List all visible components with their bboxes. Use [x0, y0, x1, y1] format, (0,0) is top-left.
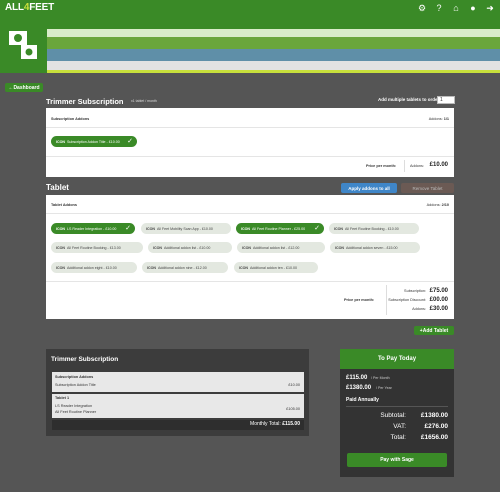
monthly-total-value: £115.00: [282, 421, 300, 427]
top-bar: ALL4FEET ⚙ ? ⌂ ● ➜: [0, 0, 500, 17]
tablet-title: Tablet: [46, 183, 69, 192]
summary-subscription-block: Subscription Addons Subscription Addon T…: [52, 372, 304, 392]
tablet-addon-toggle[interactable]: ICON All Feet Routine Booking - £13.00: [51, 242, 143, 253]
subtotal-label: Subtotal:: [380, 412, 406, 419]
page-banner: [0, 17, 500, 73]
pay-yearly-label: / Per Year: [376, 386, 392, 390]
total-label: Total:: [390, 434, 406, 441]
tablet-subscription-label: Subscription:: [404, 289, 426, 293]
check-icon: ✓: [314, 225, 320, 232]
order-summary: Trimmer Subscription Subscription Addons…: [46, 349, 309, 436]
tablet-addon-toggle[interactable]: ICON Additional addon eight - £10.00: [51, 262, 137, 273]
vat-value: £276.00: [424, 423, 449, 430]
total-value: £1656.00: [420, 434, 448, 441]
summary-sub-price: £10.00: [288, 383, 300, 387]
summary-tablet-header: Tablet 1: [55, 396, 70, 400]
tablet-addon-toggle[interactable]: ICON All Feet Routine Booking - £10.00: [329, 223, 419, 234]
logout-icon[interactable]: ➜: [484, 2, 496, 14]
tablet-addon-toggle[interactable]: ICON Additional addon nine - £12.00: [142, 262, 228, 273]
user-icon[interactable]: ●: [467, 2, 479, 14]
pay-with-sage-button[interactable]: Pay with Sage: [347, 453, 447, 467]
help-icon[interactable]: ?: [433, 2, 445, 14]
tablet-addon-toggle[interactable]: ICON All Feet Mobility Scan App - £10.00: [141, 223, 231, 234]
tools-icon: [0, 17, 47, 73]
pay-title: To Pay Today: [340, 349, 454, 369]
summary-tablet-item: All Feet Routine Planner: [55, 410, 97, 414]
summary-sub-header: Subscription Addons: [55, 375, 94, 379]
tablet-price-label: Price per month:: [344, 298, 375, 302]
pay-monthly-amount: £115.00: [346, 375, 368, 381]
subtotal-value: £1380.00: [420, 412, 448, 419]
summary-tablet-price: £105.00: [286, 407, 300, 411]
pay-period: Paid Annually: [346, 397, 379, 403]
summary-tablet-block: Tablet 1 LS Reader Integration All Feet …: [52, 394, 304, 418]
remove-tablet-button[interactable]: Remove Tablet: [401, 183, 454, 193]
tablet-addon-toggle[interactable]: ICON Additional addon ten - £10.00: [234, 262, 318, 273]
tablet-addons-header: Tablet Addons: [51, 203, 77, 207]
check-icon: ✓: [127, 138, 133, 145]
trimmer-addons-label: Addons:: [410, 164, 424, 168]
to-pay-panel: To Pay Today £115.00 / Per Month £1380.0…: [340, 349, 454, 477]
tablet-addons-total-label: Addons:: [412, 307, 426, 311]
tablet-discount-value: £00.00: [429, 297, 448, 303]
tablet-addon-toggle[interactable]: ICON Additional addon list - £12.00: [237, 242, 325, 253]
dashboard-button[interactable]: ← Dashboard: [5, 83, 43, 92]
pay-monthly-label: / Per Month: [371, 376, 390, 380]
summary-monthly-row: Monthly Total: £115.00: [52, 420, 304, 430]
apply-addons-all-button[interactable]: Apply addons to all: [341, 183, 397, 193]
tablet-addons-total-value: £30.00: [429, 306, 448, 312]
tablet-addons-count: Addons: 2/10: [426, 203, 449, 207]
tablet-addons-panel: Tablet Addons Addons: 2/10 ICON LS Reader…: [46, 195, 454, 319]
trimmer-title: Trimmer Subscription: [46, 97, 124, 106]
settings-icon[interactable]: ⚙: [416, 2, 428, 14]
trimmer-addons-value: £10.00: [429, 162, 448, 168]
monthly-total-label: Monthly Total:: [250, 421, 281, 427]
tablet-addon-toggle[interactable]: ICON LS Reader Integration - £10.00 ✓: [51, 223, 135, 234]
summary-tablet-item: LS Reader Integration: [55, 404, 93, 408]
subscription-addon-toggle[interactable]: ICON Subscription Addon Title - £10.00 ✓: [51, 136, 137, 147]
check-icon: ✓: [125, 225, 131, 232]
subscription-addons-panel: Subscription Addons Addons: 1/1 ICON Subs…: [46, 108, 454, 177]
summary-sub-item: Subscription Addon Title: [55, 383, 96, 387]
logo[interactable]: ALL4FEET: [5, 2, 54, 13]
tablet-quantity-input[interactable]: 1: [437, 96, 455, 104]
tablet-addon-toggle[interactable]: ICON Additional addon seven - £15.00: [330, 242, 420, 253]
vat-label: VAT:: [393, 423, 406, 430]
pay-yearly-amount: £1380.00: [346, 385, 372, 391]
add-tablet-button[interactable]: + Add Tablet: [414, 326, 454, 335]
subscription-addons-count: Addons: 1/1: [428, 117, 449, 121]
tablet-addon-toggle[interactable]: ICON All Feet Routine Planner - £25.00 ✓: [236, 223, 324, 234]
tablet-discount-label: Subscription Discount:: [388, 298, 426, 302]
multi-tablets-label: Add multiple tablets to order: [378, 97, 440, 102]
tablet-subscription-value: £75.00: [429, 288, 448, 294]
trimmer-subtitle: x1 tablet / month: [131, 99, 157, 103]
subscription-addons-header: Subscription Addons: [51, 117, 90, 121]
tablet-addon-toggle[interactable]: ICON Additional addon list - £10.00: [148, 242, 232, 253]
trimmer-price-label: Price per month:: [366, 164, 397, 168]
summary-title: Trimmer Subscription: [51, 356, 119, 363]
home-icon[interactable]: ⌂: [450, 2, 462, 14]
